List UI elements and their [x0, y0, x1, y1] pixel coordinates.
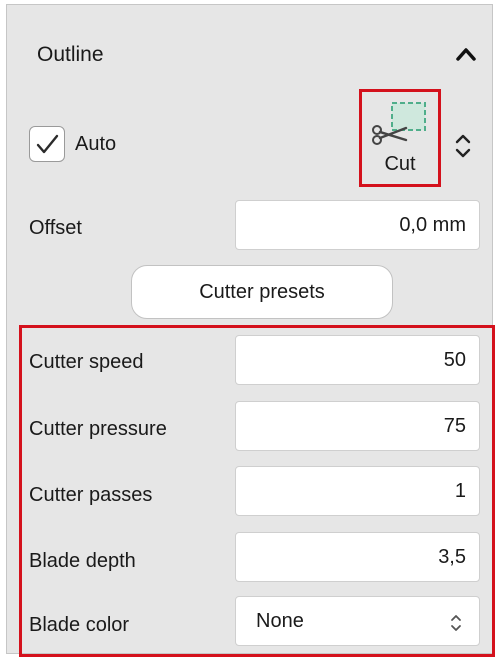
cutter-speed-label: Cutter speed — [29, 351, 144, 373]
cut-label: Cut — [384, 153, 416, 175]
blade-depth-field[interactable]: 3,5 — [235, 532, 480, 582]
cutter-presets-button[interactable]: Cutter presets — [131, 265, 393, 319]
blade-color-value: None — [256, 610, 304, 632]
offset-label: Offset — [29, 217, 82, 239]
cutter-pressure-label: Cutter pressure — [29, 418, 167, 440]
cut-mode-stepper[interactable] — [448, 126, 478, 166]
offset-field[interactable]: 0,0 mm — [235, 200, 480, 250]
auto-checkbox[interactable] — [29, 126, 65, 162]
blade-depth-label: Blade depth — [29, 550, 136, 572]
cutter-pressure-field[interactable]: 75 — [235, 401, 480, 451]
outline-panel: Outline Auto Cut Offset 0,0 mm Cutter pr… — [6, 4, 495, 657]
chevron-up-down-icon — [451, 615, 461, 631]
chevron-up-icon — [456, 48, 476, 61]
cutter-speed-field[interactable]: 50 — [235, 335, 480, 385]
blade-color-select[interactable]: None — [235, 596, 480, 646]
auto-label[interactable]: Auto — [75, 133, 116, 156]
chevron-up-down-icon — [455, 134, 471, 158]
checkmark-icon — [36, 134, 59, 154]
section-title: Outline — [37, 43, 104, 66]
cut-mode-button[interactable]: Cut — [359, 89, 441, 187]
cutter-passes-label: Cutter passes — [29, 484, 153, 506]
scissors-cut-icon — [372, 102, 426, 145]
cutter-passes-field[interactable]: 1 — [235, 466, 480, 516]
blade-color-label: Blade color — [29, 614, 130, 636]
collapse-button[interactable] — [452, 40, 480, 68]
